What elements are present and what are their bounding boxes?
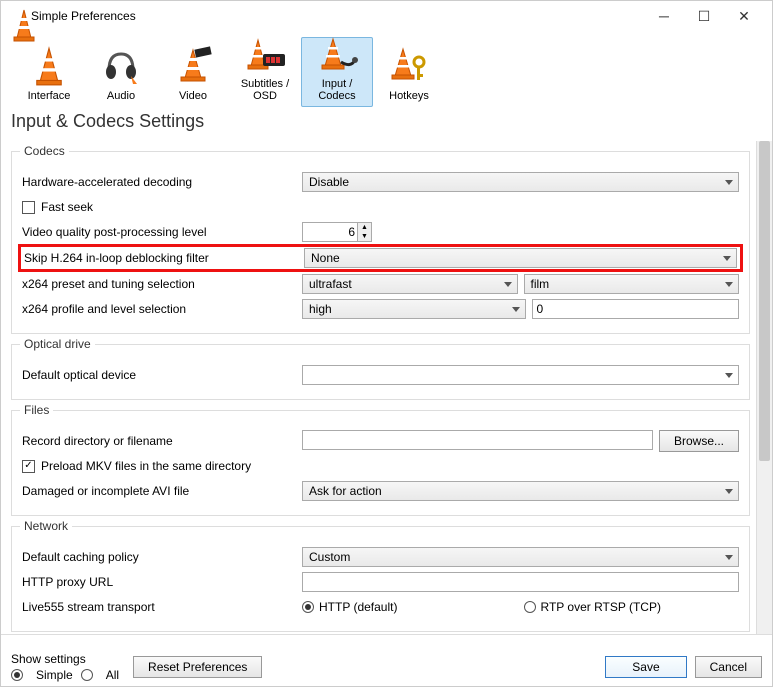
show-simple-label: Simple <box>36 668 73 682</box>
cone-osd-icon <box>243 36 287 76</box>
preload-mkv-checkbox[interactable]: ✓ <box>22 460 35 473</box>
tab-label: Input / Codecs <box>302 78 372 102</box>
skip-h264-row-highlighted: Skip H.264 in-loop deblocking filter Non… <box>20 246 741 270</box>
window-title: Simple Preferences <box>31 9 644 23</box>
fast-seek-label: Fast seek <box>41 200 93 214</box>
cone-cable-icon <box>315 36 359 76</box>
tab-interface[interactable]: Interface <box>13 37 85 107</box>
caching-label: Default caching policy <box>22 550 302 564</box>
maximize-button[interactable]: ☐ <box>684 1 724 31</box>
scrollbar-thumb[interactable] <box>759 141 770 461</box>
settings-scroll-area: Codecs Hardware-accelerated decoding Dis… <box>1 141 756 634</box>
live555-http-radio[interactable] <box>302 601 314 613</box>
post-processing-spinbox[interactable]: 6▲▼ <box>302 222 372 242</box>
tab-subtitles[interactable]: Subtitles / OSD <box>229 37 301 107</box>
live555-rtp-label: RTP over RTSP (TCP) <box>541 600 661 614</box>
http-proxy-input[interactable] <box>302 572 739 592</box>
cone-icon <box>27 44 71 88</box>
reset-preferences-button[interactable]: Reset Preferences <box>133 656 262 678</box>
fast-seek-checkbox[interactable] <box>22 201 35 214</box>
skip-h264-label: Skip H.264 in-loop deblocking filter <box>24 251 304 265</box>
x264-level-input[interactable] <box>532 299 740 319</box>
show-all-radio[interactable] <box>81 669 93 681</box>
x264-profile-label: x264 profile and level selection <box>22 302 302 316</box>
live555-rtp-radio[interactable] <box>524 601 536 613</box>
group-legend: Network <box>20 519 72 533</box>
tab-label: Video <box>179 90 207 102</box>
x264-preset-label: x264 preset and tuning selection <box>22 277 302 291</box>
save-button[interactable]: Save <box>605 656 686 678</box>
group-optical: Optical drive Default optical device <box>11 344 750 400</box>
spin-up-icon[interactable]: ▲ <box>358 223 371 232</box>
titlebar: Simple Preferences ─ ☐ ✕ <box>1 1 772 31</box>
group-legend: Codecs <box>20 144 69 158</box>
x264-tune-dropdown[interactable]: film <box>524 274 740 294</box>
http-proxy-label: HTTP proxy URL <box>22 575 302 589</box>
show-all-label: All <box>106 668 119 682</box>
tab-label: Interface <box>28 90 71 102</box>
tab-label: Hotkeys <box>389 90 429 102</box>
default-optical-label: Default optical device <box>22 368 302 382</box>
record-dir-input[interactable] <box>302 430 653 450</box>
x264-profile-dropdown[interactable]: high <box>302 299 526 319</box>
post-processing-label: Video quality post-processing level <box>22 225 302 239</box>
close-button[interactable]: ✕ <box>724 1 764 31</box>
preload-mkv-label: Preload MKV files in the same directory <box>41 459 251 473</box>
cancel-button[interactable]: Cancel <box>695 656 762 678</box>
show-settings-label: Show settings <box>11 652 119 666</box>
caching-dropdown[interactable]: Custom <box>302 547 739 567</box>
group-codecs: Codecs Hardware-accelerated decoding Dis… <box>11 151 750 334</box>
hw-decoding-label: Hardware-accelerated decoding <box>22 175 302 189</box>
damaged-avi-dropdown[interactable]: Ask for action <box>302 481 739 501</box>
x264-preset-dropdown[interactable]: ultrafast <box>302 274 518 294</box>
tab-hotkeys[interactable]: Hotkeys <box>373 37 445 107</box>
tab-label: Audio <box>107 90 135 102</box>
browse-button[interactable]: Browse... <box>659 430 739 452</box>
tab-input-codecs[interactable]: Input / Codecs <box>301 37 373 107</box>
minimize-button[interactable]: ─ <box>644 1 684 31</box>
live555-label: Live555 stream transport <box>22 600 302 614</box>
cone-key-icon <box>387 44 431 88</box>
vertical-scrollbar[interactable] <box>756 141 772 634</box>
hw-decoding-dropdown[interactable]: Disable <box>302 172 739 192</box>
tab-label: Subtitles / OSD <box>230 78 300 102</box>
group-files: Files Record directory or filename Brows… <box>11 410 750 516</box>
record-dir-label: Record directory or filename <box>22 434 302 448</box>
tab-audio[interactable]: Audio <box>85 37 157 107</box>
app-icon <box>9 8 25 24</box>
page-title: Input & Codecs Settings <box>1 107 772 138</box>
spin-down-icon[interactable]: ▼ <box>358 232 371 241</box>
category-toolbar: Interface Audio Video Subtitles / OSD In… <box>1 31 772 107</box>
live555-http-label: HTTP (default) <box>319 600 397 614</box>
group-legend: Files <box>20 403 53 417</box>
tab-video[interactable]: Video <box>157 37 229 107</box>
headphones-icon <box>99 44 143 88</box>
show-simple-radio[interactable] <box>11 669 23 681</box>
skip-h264-dropdown[interactable]: None <box>304 248 737 268</box>
footer: Show settings Simple All Reset Preferenc… <box>1 634 772 686</box>
damaged-avi-label: Damaged or incomplete AVI file <box>22 484 302 498</box>
group-legend: Optical drive <box>20 337 95 351</box>
default-optical-dropdown[interactable] <box>302 365 739 385</box>
cone-clapper-icon <box>171 44 215 88</box>
group-network: Network Default caching policy Custom HT… <box>11 526 750 632</box>
